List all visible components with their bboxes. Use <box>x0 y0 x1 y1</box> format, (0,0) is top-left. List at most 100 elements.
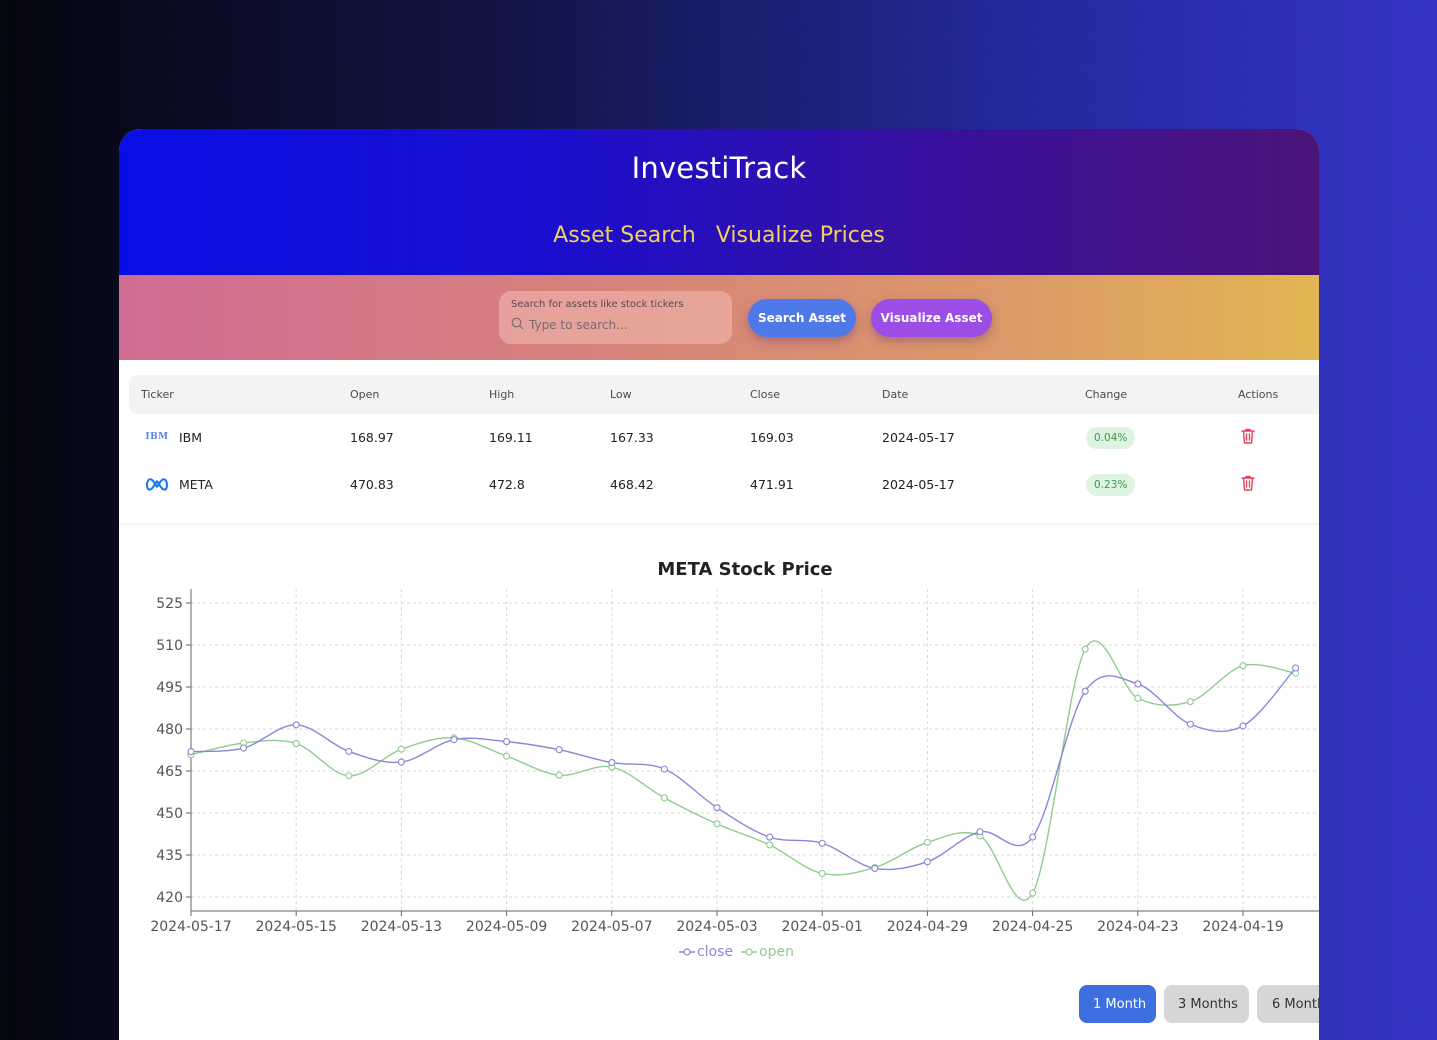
search-label: Search for assets like stock tickers <box>511 299 684 310</box>
ibm-logo: IBM <box>145 432 169 442</box>
col-change: Change <box>1085 388 1128 401</box>
data-point-close <box>1134 680 1142 688</box>
data-point-close <box>1186 720 1194 728</box>
data-point-close <box>1292 664 1300 672</box>
col-open: Open <box>350 388 380 401</box>
y-tick-label: 525 <box>156 596 183 612</box>
app-window: InvestiTrack Asset Search Visualize Pric… <box>119 129 1319 1040</box>
y-tick-label: 450 <box>156 806 183 822</box>
data-point-close <box>923 858 931 866</box>
data-point-close <box>713 804 721 812</box>
nav-visualize-prices[interactable]: Visualize Prices <box>716 223 885 248</box>
col-actions: Actions <box>1238 388 1279 401</box>
data-point-close <box>450 736 458 744</box>
col-low: Low <box>610 388 632 401</box>
data-point-open <box>766 841 774 849</box>
low-cell: 468.42 <box>610 477 654 492</box>
y-tick-label: 465 <box>156 764 183 780</box>
data-point-open <box>1081 645 1089 653</box>
open-cell: 168.97 <box>350 430 394 445</box>
table-divider <box>119 523 1319 527</box>
x-tick-label: 2024-04-19 <box>1202 919 1283 935</box>
table-row[interactable]: META 470.83 472.8 468.42 471.91 2024-05-… <box>129 461 1319 508</box>
search-input[interactable] <box>529 317 709 332</box>
data-point-close <box>871 864 879 872</box>
low-cell: 167.33 <box>610 430 654 445</box>
x-tick-label: 2024-05-07 <box>571 919 652 935</box>
visualize-asset-button[interactable]: Visualize Asset <box>871 299 992 337</box>
range-3-months-button[interactable]: 3 Months <box>1164 985 1249 1023</box>
legend-open[interactable]: open <box>741 944 794 960</box>
x-tick-label: 2024-05-13 <box>361 919 442 935</box>
x-tick-label: 2024-04-25 <box>992 919 1073 935</box>
data-point-close <box>187 748 195 756</box>
legend-close[interactable]: close <box>679 944 733 960</box>
y-tick-label: 435 <box>156 848 183 864</box>
range-1-month-button[interactable]: 1 Month <box>1079 985 1156 1023</box>
x-tick-label: 2024-05-01 <box>782 919 863 935</box>
y-tick-label: 495 <box>156 680 183 696</box>
data-point-close <box>976 828 984 836</box>
chart-title: META Stock Price <box>657 559 833 580</box>
data-point-close <box>1029 833 1037 841</box>
col-high: High <box>489 388 515 401</box>
date-cell: 2024-05-17 <box>882 477 955 492</box>
ticker-cell: IBM <box>179 430 203 445</box>
data-point-open <box>1239 662 1247 670</box>
app-title: InvestiTrack <box>631 151 807 185</box>
col-date: Date <box>882 388 909 401</box>
data-point-open <box>1029 889 1037 897</box>
data-point-open <box>923 838 931 846</box>
data-point-close <box>397 758 405 766</box>
data-point-open <box>292 740 300 748</box>
open-cell: 470.83 <box>350 477 394 492</box>
search-box[interactable]: Search for assets like stock tickers <box>499 291 732 344</box>
search-bar: Search for assets like stock tickers Sea… <box>119 275 1319 360</box>
main-nav: Asset Search Visualize Prices <box>119 223 1319 248</box>
data-point-open <box>555 771 563 779</box>
nav-asset-search[interactable]: Asset Search <box>553 223 696 248</box>
assets-table: Ticker Open High Low Close Date Change A… <box>129 375 1319 508</box>
high-cell: 169.11 <box>489 430 533 445</box>
data-point-close <box>660 765 668 773</box>
data-point-close <box>345 747 353 755</box>
x-tick-label: 2024-05-03 <box>676 919 757 935</box>
change-badge: 0.04% <box>1086 427 1136 449</box>
search-asset-button[interactable]: Search Asset <box>748 299 856 337</box>
data-point-open <box>345 772 353 780</box>
high-cell: 472.8 <box>489 477 525 492</box>
x-tick-label: 2024-05-09 <box>466 919 547 935</box>
legend-close-marker-icon <box>679 948 695 956</box>
x-tick-label: 2024-04-29 <box>887 919 968 935</box>
header: InvestiTrack Asset Search Visualize Pric… <box>119 129 1319 275</box>
col-ticker: Ticker <box>141 388 174 401</box>
y-tick-label: 480 <box>156 722 183 738</box>
data-point-open <box>503 752 511 760</box>
data-point-close <box>766 833 774 841</box>
data-point-close <box>503 738 511 746</box>
y-tick-label: 420 <box>156 890 183 906</box>
ticker-cell: META <box>179 477 213 492</box>
range-6-months-button[interactable]: 6 Months <box>1257 985 1319 1023</box>
price-chart: 420 435 450 465 480 495 510 525 2024-05-17 2024-0… <box>150 589 1319 935</box>
data-point-close <box>1239 722 1247 730</box>
chart-legend: close open <box>679 944 794 960</box>
data-point-open <box>1134 694 1142 702</box>
trash-icon[interactable] <box>1240 474 1256 492</box>
y-tick-label: 510 <box>156 638 183 654</box>
data-point-open <box>1186 698 1194 706</box>
date-cell: 2024-05-17 <box>882 430 955 445</box>
x-tick-label: 2024-05-15 <box>256 919 337 935</box>
table-row[interactable]: IBM IBM 168.97 169.11 167.33 169.03 2024… <box>129 414 1319 461</box>
data-point-open <box>397 745 405 753</box>
data-point-close <box>240 744 248 752</box>
table-header: Ticker Open High Low Close Date Change A… <box>129 375 1319 414</box>
close-cell: 169.03 <box>750 430 794 445</box>
data-point-close <box>608 759 616 767</box>
trash-icon[interactable] <box>1240 427 1256 445</box>
meta-logo-icon <box>145 473 169 495</box>
data-point-close <box>292 721 300 729</box>
x-tick-label: 2024-04-23 <box>1097 919 1178 935</box>
data-point-close <box>555 746 563 754</box>
data-point-close <box>1081 687 1089 695</box>
